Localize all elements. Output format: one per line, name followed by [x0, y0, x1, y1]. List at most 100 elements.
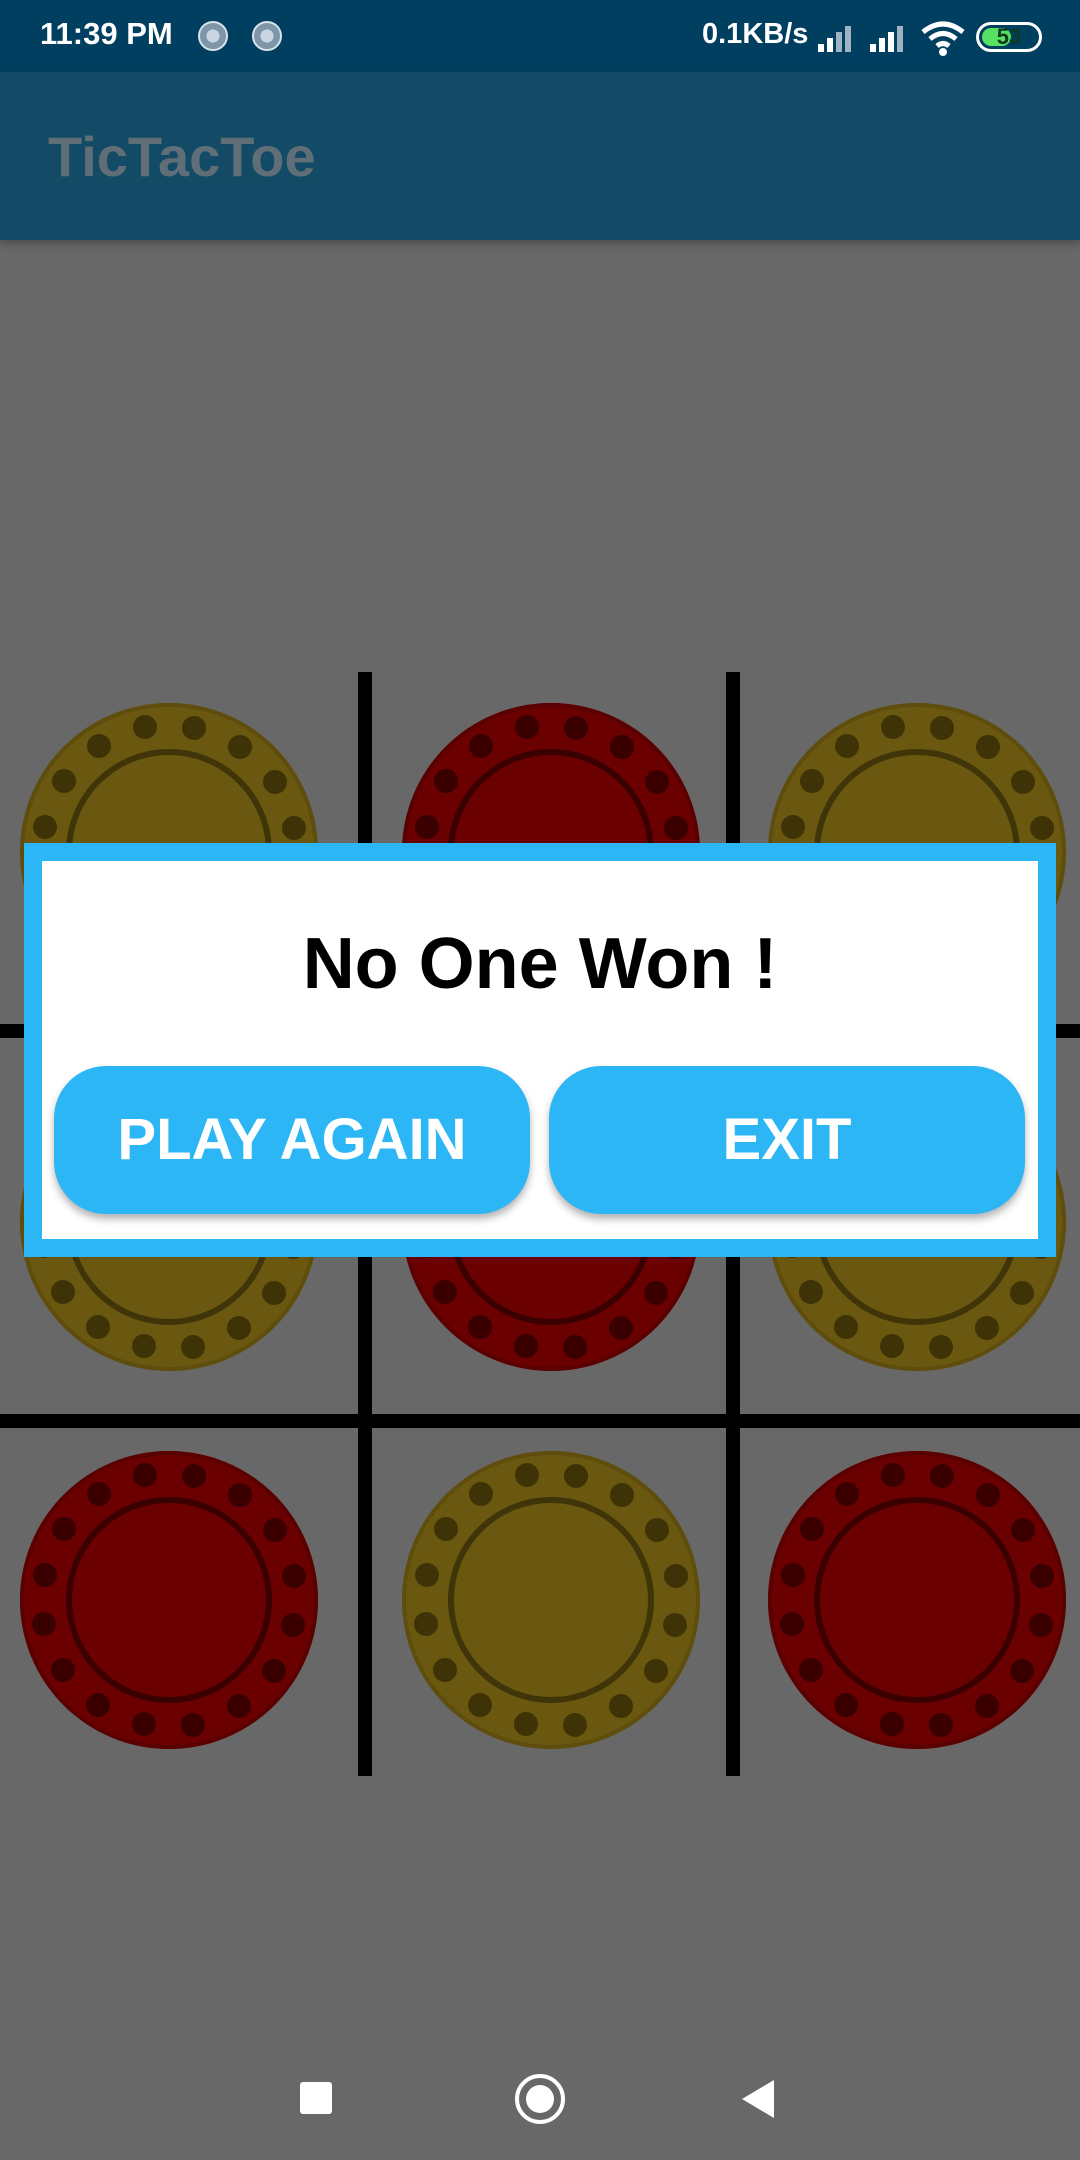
chip-pip [468, 1482, 493, 1507]
wifi-icon [921, 21, 965, 56]
chip-pip [433, 1517, 458, 1542]
chip-pip [834, 1315, 859, 1340]
chip-pip [975, 734, 1000, 759]
chip-pip [834, 1482, 859, 1507]
game-chip [20, 1451, 318, 1749]
chip-pip [880, 1463, 905, 1488]
sync-icon [252, 21, 282, 51]
chip-pip [799, 1517, 824, 1542]
chip-pip [880, 715, 905, 740]
chip-pip [262, 1280, 287, 1305]
chip-pip [468, 734, 493, 759]
chip-pip [514, 715, 539, 740]
chip-pip [182, 715, 207, 740]
chip-inner-ring [66, 1497, 272, 1703]
chip-pip [879, 1712, 904, 1737]
chip-pip [564, 1463, 589, 1488]
chip-pip [414, 1612, 439, 1637]
chip-pip [132, 1463, 157, 1488]
chip-pip [51, 769, 76, 794]
chip-pip [414, 1562, 439, 1587]
chip-pip [433, 1280, 458, 1305]
home-icon[interactable] [515, 2074, 565, 2124]
chip-pip [86, 734, 111, 759]
chip-pip [227, 1482, 252, 1507]
chip-pip [799, 1658, 824, 1683]
chip-pip [644, 1280, 669, 1305]
status-time: 11:39 PM [40, 16, 173, 51]
chip-pip [227, 1315, 252, 1340]
chip-pip [780, 814, 805, 839]
battery-icon: 53 [976, 22, 1042, 52]
chip-pip [564, 715, 589, 740]
game-chip [402, 1451, 700, 1749]
dialog-message: No One Won ! [302, 924, 778, 1004]
chip-pip [1029, 1563, 1054, 1588]
chip-pip [930, 1463, 955, 1488]
play-again-button[interactable]: PLAY AGAIN [54, 1066, 530, 1214]
chip-pip [262, 1658, 287, 1683]
chip-pip [1029, 815, 1054, 840]
chip-pip [609, 734, 634, 759]
chip-pip [281, 815, 306, 840]
chip-pip [1010, 1658, 1035, 1683]
chip-pip [227, 1693, 252, 1718]
chip-pip [468, 1693, 493, 1718]
chip-pip [1029, 1613, 1054, 1638]
chip-pip [468, 1315, 493, 1340]
chip-pip [513, 1712, 538, 1737]
chip-pip [930, 715, 955, 740]
app-bar: TicTacToe [0, 72, 1080, 240]
chip-pip [975, 1482, 1000, 1507]
chip-pip [281, 1613, 306, 1638]
chip-pip [513, 1334, 538, 1359]
navigation-bar [0, 2040, 1080, 2160]
chip-pip [834, 734, 859, 759]
chip-pip [563, 1712, 588, 1737]
chip-pip [929, 1712, 954, 1737]
exit-button[interactable]: EXIT [549, 1066, 1025, 1214]
chip-pip [51, 1280, 76, 1305]
chip-pip [86, 1315, 111, 1340]
chip-pip [32, 1612, 57, 1637]
chip-pip [32, 1562, 57, 1587]
chip-pip [663, 1613, 688, 1638]
chip-pip [433, 1658, 458, 1683]
battery-level: 53 [996, 24, 1022, 49]
chip-inner-ring [448, 1497, 654, 1703]
chip-pip [227, 734, 252, 759]
chip-pip [131, 1712, 156, 1737]
sync-icon [198, 21, 228, 51]
chip-pip [609, 1693, 634, 1718]
recent-apps-icon[interactable] [300, 2082, 332, 2114]
chip-pip [563, 1334, 588, 1359]
chip-pip [514, 1463, 539, 1488]
chip-pip [879, 1334, 904, 1359]
signal-icon [870, 26, 903, 52]
chip-pip [799, 769, 824, 794]
status-bar: 11:39 PM 0.1KB/s 53 [0, 0, 1080, 72]
chip-pip [780, 1562, 805, 1587]
chip-pip [51, 1517, 76, 1542]
chip-pip [414, 814, 439, 839]
chip-pip [1010, 769, 1035, 794]
chip-pip [132, 715, 157, 740]
chip-pip [51, 1658, 76, 1683]
chip-pip [86, 1482, 111, 1507]
chip-pip [644, 1658, 669, 1683]
chip-pip [975, 1315, 1000, 1340]
signal-icon [818, 26, 851, 52]
chip-pip [1010, 1280, 1035, 1305]
chip-pip [433, 769, 458, 794]
chip-pip [32, 814, 57, 839]
chip-pip [182, 1463, 207, 1488]
chip-pip [644, 769, 669, 794]
chip-pip [181, 1334, 206, 1359]
chip-pip [799, 1280, 824, 1305]
back-icon[interactable] [742, 2080, 774, 2118]
chip-pip [644, 1517, 669, 1542]
grid-line-horizontal [0, 1414, 1080, 1428]
network-speed: 0.1KB/s [702, 18, 809, 50]
chip-pip [281, 1563, 306, 1588]
chip-pip [663, 1563, 688, 1588]
